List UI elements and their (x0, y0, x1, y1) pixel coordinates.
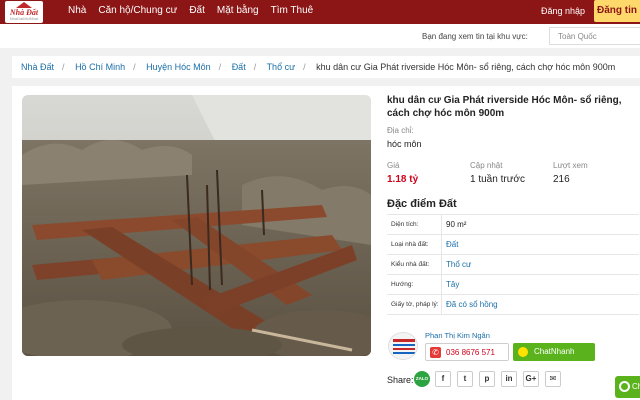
feature-row: Diện tích: 90 m² (387, 215, 639, 235)
breadcrumb-item[interactable]: Huyện Hóc Môn (146, 62, 211, 72)
features-title: Đặc điểm Đất (387, 198, 457, 210)
linkedin-share-icon[interactable]: in (501, 371, 517, 387)
share-label: Share: (387, 375, 414, 385)
feature-key: Diện tích: (387, 215, 442, 234)
price-value: 1.18 tỷ (387, 174, 419, 185)
land-photo-image (22, 95, 371, 356)
twitter-share-icon[interactable]: t (457, 371, 473, 387)
seller-avatar[interactable] (388, 332, 418, 360)
feature-key: Kiểu nhà đất: (387, 255, 442, 274)
views-label: Lượt xem (553, 161, 588, 170)
nav-item-tim-thue[interactable]: Tìm Thuê (271, 5, 314, 16)
seller-name[interactable]: Phan Thị Kim Ngân (425, 331, 490, 340)
zalo-share-icon[interactable]: ZALO (414, 371, 430, 387)
top-navbar: Nhà Đất NhaDatMoiNhat Nhà Căn hộ/Chung c… (0, 0, 640, 24)
floating-chat-button[interactable]: Ch (615, 376, 640, 398)
address-value: hóc môn (387, 139, 422, 149)
breadcrumb-separator: / (133, 62, 136, 72)
feature-key: Giấy tờ, pháp lý: (387, 295, 442, 314)
area-label: Bạn đang xem tin tại khu vực: (422, 32, 528, 41)
breadcrumb-separator: / (253, 62, 257, 72)
feature-row: Hướng: Tây (387, 275, 639, 295)
breadcrumb-separator: / (218, 62, 222, 72)
feature-value-link[interactable]: Đã có sổ hồng (442, 295, 498, 314)
breadcrumb-item[interactable]: Thổ cư (267, 62, 296, 72)
breadcrumb-item[interactable]: Hồ Chí Minh (75, 62, 125, 72)
email-share-icon[interactable]: ✉ (545, 371, 561, 387)
pinterest-share-icon[interactable]: p (479, 371, 495, 387)
address-label: Địa chỉ: (387, 126, 414, 135)
breadcrumb-current: khu dân cư Gia Phát riverside Hóc Môn- s… (316, 62, 616, 72)
feature-row: Loại nhà đất: Đất (387, 235, 639, 255)
chat-bubble-icon (619, 381, 630, 392)
site-logo[interactable]: Nhà Đất NhaDatMoiNhat (5, 1, 43, 23)
breadcrumb: Nhà Đất / Hồ Chí Minh / Huyện Hóc Môn / Đất… (12, 56, 640, 78)
avatar-image (389, 333, 417, 359)
updated-label: Cập nhật (470, 161, 503, 170)
logo-tagline: NhaDatMoiNhat (9, 16, 39, 21)
feature-value-link[interactable]: Tây (442, 275, 459, 294)
views-value: 216 (553, 174, 570, 185)
listing-title: khu dân cư Gia Phát riverside Hóc Môn- s… (387, 95, 622, 119)
nav-item-mat-bang[interactable]: Mặt bằng (217, 5, 259, 16)
updated-value: 1 tuần trước (470, 174, 525, 185)
listing-card: khu dân cư Gia Phát riverside Hóc Môn- s… (12, 86, 640, 400)
post-listing-button[interactable]: Đăng tin (594, 0, 640, 22)
area-bar: Bạn đang xem tin tại khu vực: Toàn Quốc (0, 24, 640, 48)
feature-key: Hướng: (387, 275, 442, 294)
breadcrumb-separator: / (62, 62, 65, 72)
feature-row: Kiểu nhà đất: Thổ cư (387, 255, 639, 275)
floating-chat-label: Ch (632, 382, 640, 391)
nav-item-can-ho[interactable]: Căn hộ/Chung cư (98, 5, 177, 16)
price-label: Giá (387, 161, 400, 170)
breadcrumb-item[interactable]: Nhà Đất (21, 62, 54, 72)
google-plus-share-icon[interactable]: G+ (523, 371, 539, 387)
feature-value-link[interactable]: Thổ cư (442, 255, 471, 274)
nav-item-nha[interactable]: Nhà (68, 5, 86, 16)
facebook-share-icon[interactable]: f (435, 371, 451, 387)
feature-value: 90 m² (446, 220, 467, 229)
chat-label: ChatNhanh (534, 347, 575, 356)
main-nav: Nhà Căn hộ/Chung cư Đất Mặt bằng Tìm Thu… (68, 5, 325, 16)
chat-icon (518, 347, 528, 357)
phone-number: 036 8676 571 (446, 348, 495, 357)
features-table: Diện tích: 90 m² Loại nhà đất: Đất Kiểu … (387, 214, 639, 315)
call-phone-button[interactable]: ✆ 036 8676 571 (425, 343, 509, 361)
area-select[interactable]: Toàn Quốc (549, 27, 640, 45)
nav-item-dat[interactable]: Đất (189, 5, 205, 16)
login-link[interactable]: Đăng nhập (541, 6, 585, 16)
feature-key: Loại nhà đất: (387, 235, 442, 254)
feature-row: Giấy tờ, pháp lý: Đã có sổ hồng (387, 295, 639, 315)
breadcrumb-item[interactable]: Đất (232, 62, 246, 72)
chat-button[interactable]: ChatNhanh (513, 343, 595, 361)
phone-icon: ✆ (430, 347, 441, 358)
breadcrumb-separator: / (303, 62, 306, 72)
listing-photo[interactable] (22, 95, 371, 356)
feature-value-link[interactable]: Đất (442, 235, 458, 254)
